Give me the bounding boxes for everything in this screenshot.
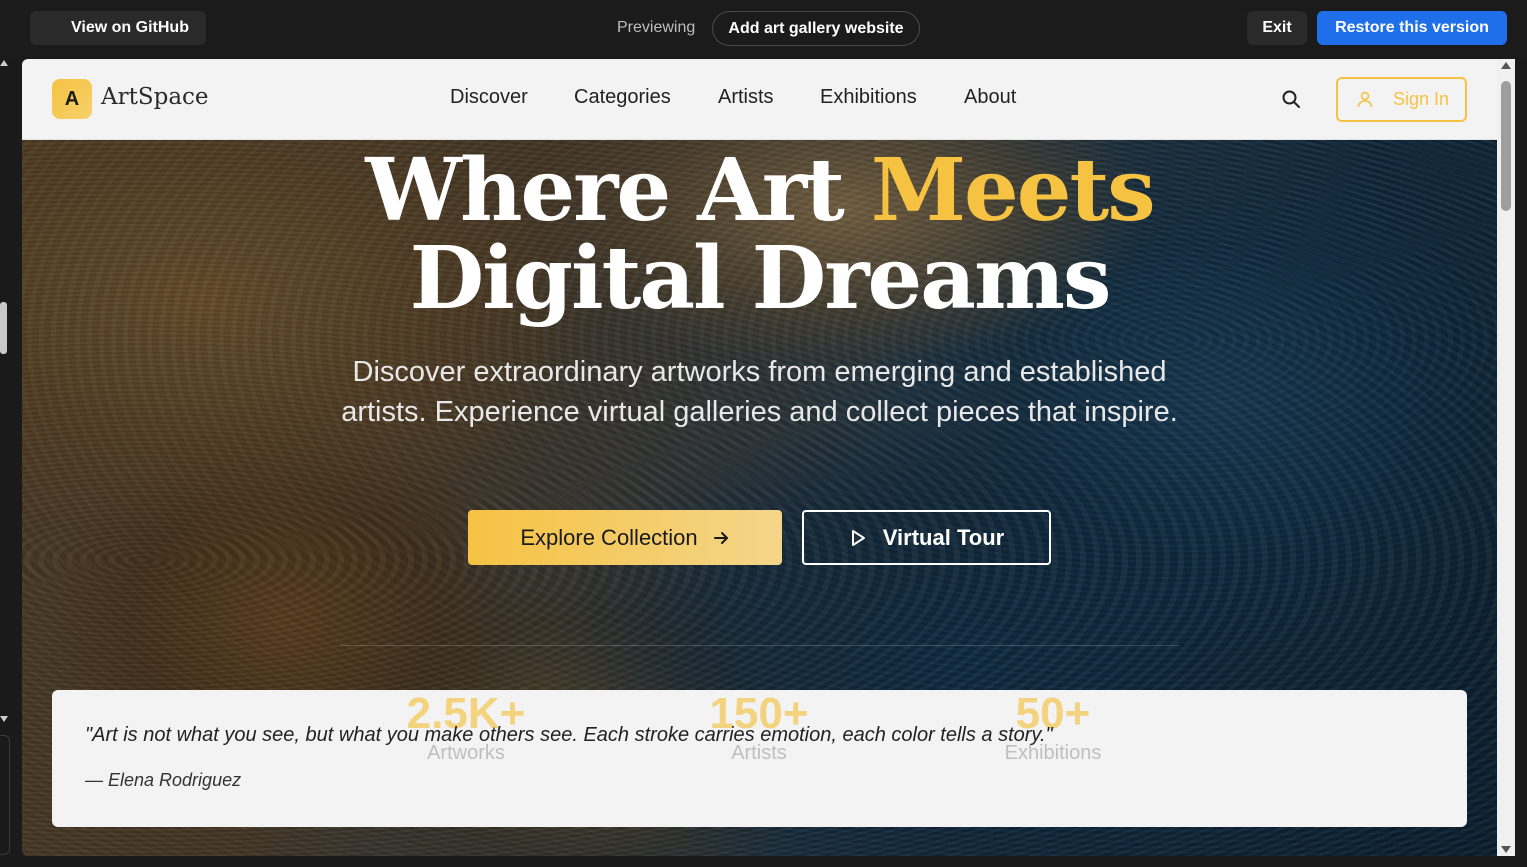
headline-accent: Meets	[870, 140, 1156, 241]
explore-collection-button[interactable]: Explore Collection	[468, 510, 782, 565]
preview-toolbar: View on GitHub Previewing Add art galler…	[0, 0, 1527, 58]
logo-letter: A	[64, 87, 80, 110]
left-scroll-down-arrow[interactable]	[0, 716, 8, 722]
logo-mark[interactable]: A	[52, 79, 92, 119]
search-icon[interactable]	[1281, 89, 1301, 109]
version-pill-label: Add art gallery website	[728, 19, 904, 37]
restore-version-button[interactable]: Restore this version	[1317, 11, 1507, 45]
user-icon	[1357, 91, 1373, 108]
virtual-tour-button[interactable]: Virtual Tour	[802, 510, 1051, 565]
exit-button-label: Exit	[1262, 19, 1292, 36]
headline-part2: Digital Dreams	[409, 228, 1112, 329]
left-panel-edge	[0, 735, 10, 855]
nav-link-about[interactable]: About	[964, 86, 1016, 109]
scrollbar-thumb[interactable]	[1501, 81, 1511, 211]
play-icon	[851, 529, 865, 546]
hero-divider	[340, 645, 1180, 646]
previewing-label: Previewing	[617, 19, 696, 36]
headline-part1: Where Art	[365, 140, 871, 241]
arrow-right-icon	[713, 531, 728, 544]
quote-card: 2.5K+ Artworks 150+ Artists 50+ Exhibiti…	[52, 690, 1467, 827]
quote-text: "Art is not what you see, but what you m…	[85, 724, 1053, 746]
hero-subtext: Discover extraordinary artworks from eme…	[341, 356, 1178, 428]
restore-button-label: Restore this version	[1335, 19, 1489, 36]
nav-link-categories[interactable]: Categories	[574, 86, 671, 109]
nav-link-exhibitions[interactable]: Exhibitions	[820, 86, 917, 109]
preview-scrollbar[interactable]	[1497, 59, 1515, 856]
virtual-tour-label: Virtual Tour	[882, 524, 1005, 550]
nav-link-artists[interactable]: Artists	[718, 86, 774, 109]
hero-headline: Where Art Meets Digital Dreams	[22, 147, 1497, 323]
nav-link-discover[interactable]: Discover	[450, 86, 528, 109]
site-navbar: A ArtSpace Discover Categories Artists E…	[22, 59, 1497, 140]
explore-collection-label: Explore Collection	[520, 524, 698, 550]
version-pill[interactable]: Add art gallery website	[712, 11, 920, 46]
github-icon	[40, 19, 58, 37]
scroll-down-arrow[interactable]	[1501, 846, 1511, 853]
left-panel-handle[interactable]	[0, 302, 7, 354]
site-preview-frame: A ArtSpace Discover Categories Artists E…	[22, 59, 1497, 856]
left-scroll-up-arrow[interactable]	[0, 60, 8, 66]
scroll-up-arrow[interactable]	[1501, 62, 1511, 69]
exit-button[interactable]: Exit	[1247, 11, 1307, 45]
sign-in-label: Sign In	[1392, 89, 1449, 109]
quote-author: — Elena Rodriguez	[85, 770, 242, 790]
github-button-label: View on GitHub	[71, 19, 189, 36]
logo-text[interactable]: ArtSpace	[101, 84, 209, 110]
